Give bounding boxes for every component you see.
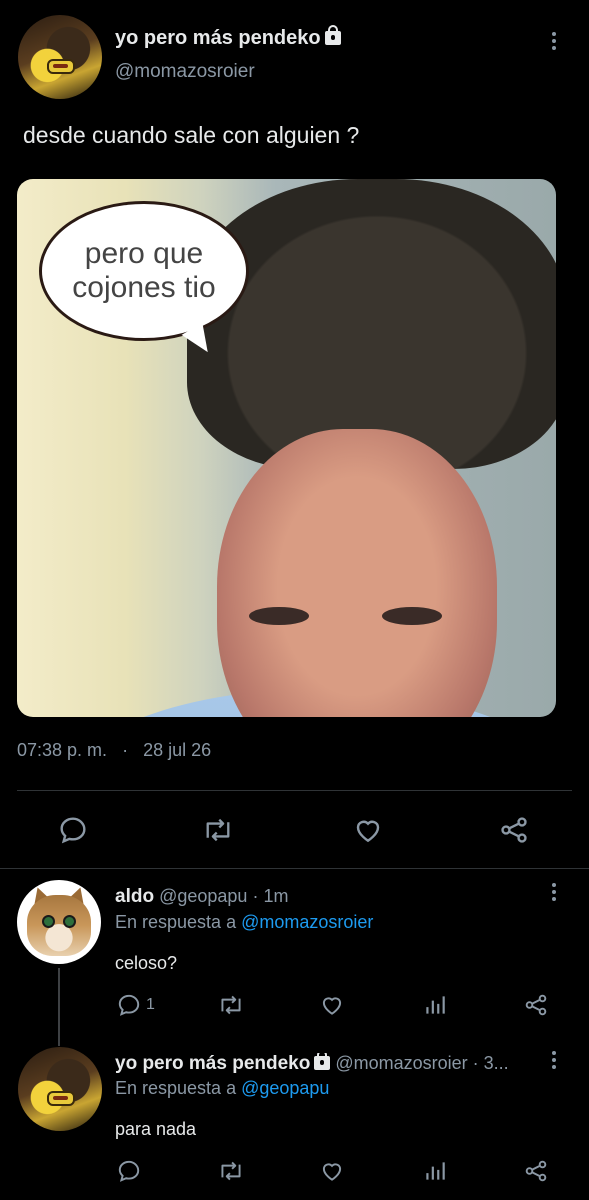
author-name[interactable]: yo pero más pendeko xyxy=(115,25,341,50)
reply-author-name[interactable]: aldo xyxy=(115,886,154,907)
author-handle[interactable]: @momazosroier xyxy=(115,61,255,83)
reply-author-name-text: yo pero más pendeko xyxy=(115,1053,311,1074)
like-icon[interactable] xyxy=(319,1158,345,1184)
like-icon[interactable] xyxy=(319,992,345,1018)
reply-icon[interactable] xyxy=(116,992,142,1018)
thread-line xyxy=(58,968,60,1046)
share-icon[interactable] xyxy=(523,1158,549,1184)
speech-bubble: pero que cojones tio xyxy=(39,201,249,341)
retweet-icon[interactable] xyxy=(200,814,236,846)
reply-prefix: En respuesta a xyxy=(115,912,242,932)
reply-context: En respuesta a @geopapu xyxy=(115,1078,329,1099)
divider xyxy=(17,790,572,791)
views-icon[interactable] xyxy=(422,1158,448,1184)
reply-author-handle[interactable]: @geopapu xyxy=(159,886,247,906)
reply-context: En respuesta a @momazosroier xyxy=(115,912,373,933)
reply-mention[interactable]: @momazosroier xyxy=(241,912,373,932)
reply-author-handle[interactable]: @momazosroier · 3... xyxy=(335,1053,508,1073)
share-icon[interactable] xyxy=(523,992,549,1018)
more-options-icon[interactable] xyxy=(551,883,557,901)
tweet-timestamp: 07:38 p. m. · 28 jul 26 xyxy=(17,740,211,761)
reply-header: yo pero más pendeko @momazosroier · 3... xyxy=(115,1053,540,1075)
retweet-icon[interactable] xyxy=(216,1158,246,1184)
reply-text: para nada xyxy=(115,1119,197,1139)
more-options-icon[interactable] xyxy=(551,1051,557,1069)
like-icon[interactable] xyxy=(352,814,384,846)
reply-mention[interactable]: @geopapu xyxy=(241,1078,329,1098)
lock-icon xyxy=(314,1053,331,1070)
lock-icon xyxy=(324,25,341,45)
tweet-date[interactable]: 28 jul 26 xyxy=(143,740,211,760)
views-icon[interactable] xyxy=(422,992,448,1018)
tweet-image[interactable]: pero que cojones tio xyxy=(17,179,556,717)
reply-prefix: En respuesta a xyxy=(115,1078,242,1098)
reply-avatar[interactable] xyxy=(17,880,101,964)
reply-author-name[interactable]: yo pero más pendeko xyxy=(115,1053,331,1074)
reply-header: aldo @geopapu · 1m xyxy=(115,886,288,908)
reply-text: celoso? xyxy=(115,953,178,973)
tweet-text: desde cuando sale con alguien ? xyxy=(23,122,360,148)
reply-avatar[interactable] xyxy=(18,1047,102,1131)
bubble-line-2: cojones tio xyxy=(72,271,216,304)
author-avatar[interactable] xyxy=(18,15,102,99)
author-name-text: yo pero más pendeko xyxy=(115,27,321,49)
reply-time: · 1m xyxy=(252,886,289,906)
share-icon[interactable] xyxy=(498,814,530,846)
retweet-icon[interactable] xyxy=(216,992,246,1018)
reply-icon[interactable] xyxy=(116,1158,142,1184)
bubble-line-1: pero que xyxy=(84,237,204,270)
reply-count: 1 xyxy=(146,996,155,1013)
more-options-icon[interactable] xyxy=(551,32,557,50)
divider xyxy=(0,868,589,869)
tweet-time[interactable]: 07:38 p. m. xyxy=(17,740,107,760)
reply-icon[interactable] xyxy=(57,814,89,846)
meta-separator: · xyxy=(122,740,129,760)
